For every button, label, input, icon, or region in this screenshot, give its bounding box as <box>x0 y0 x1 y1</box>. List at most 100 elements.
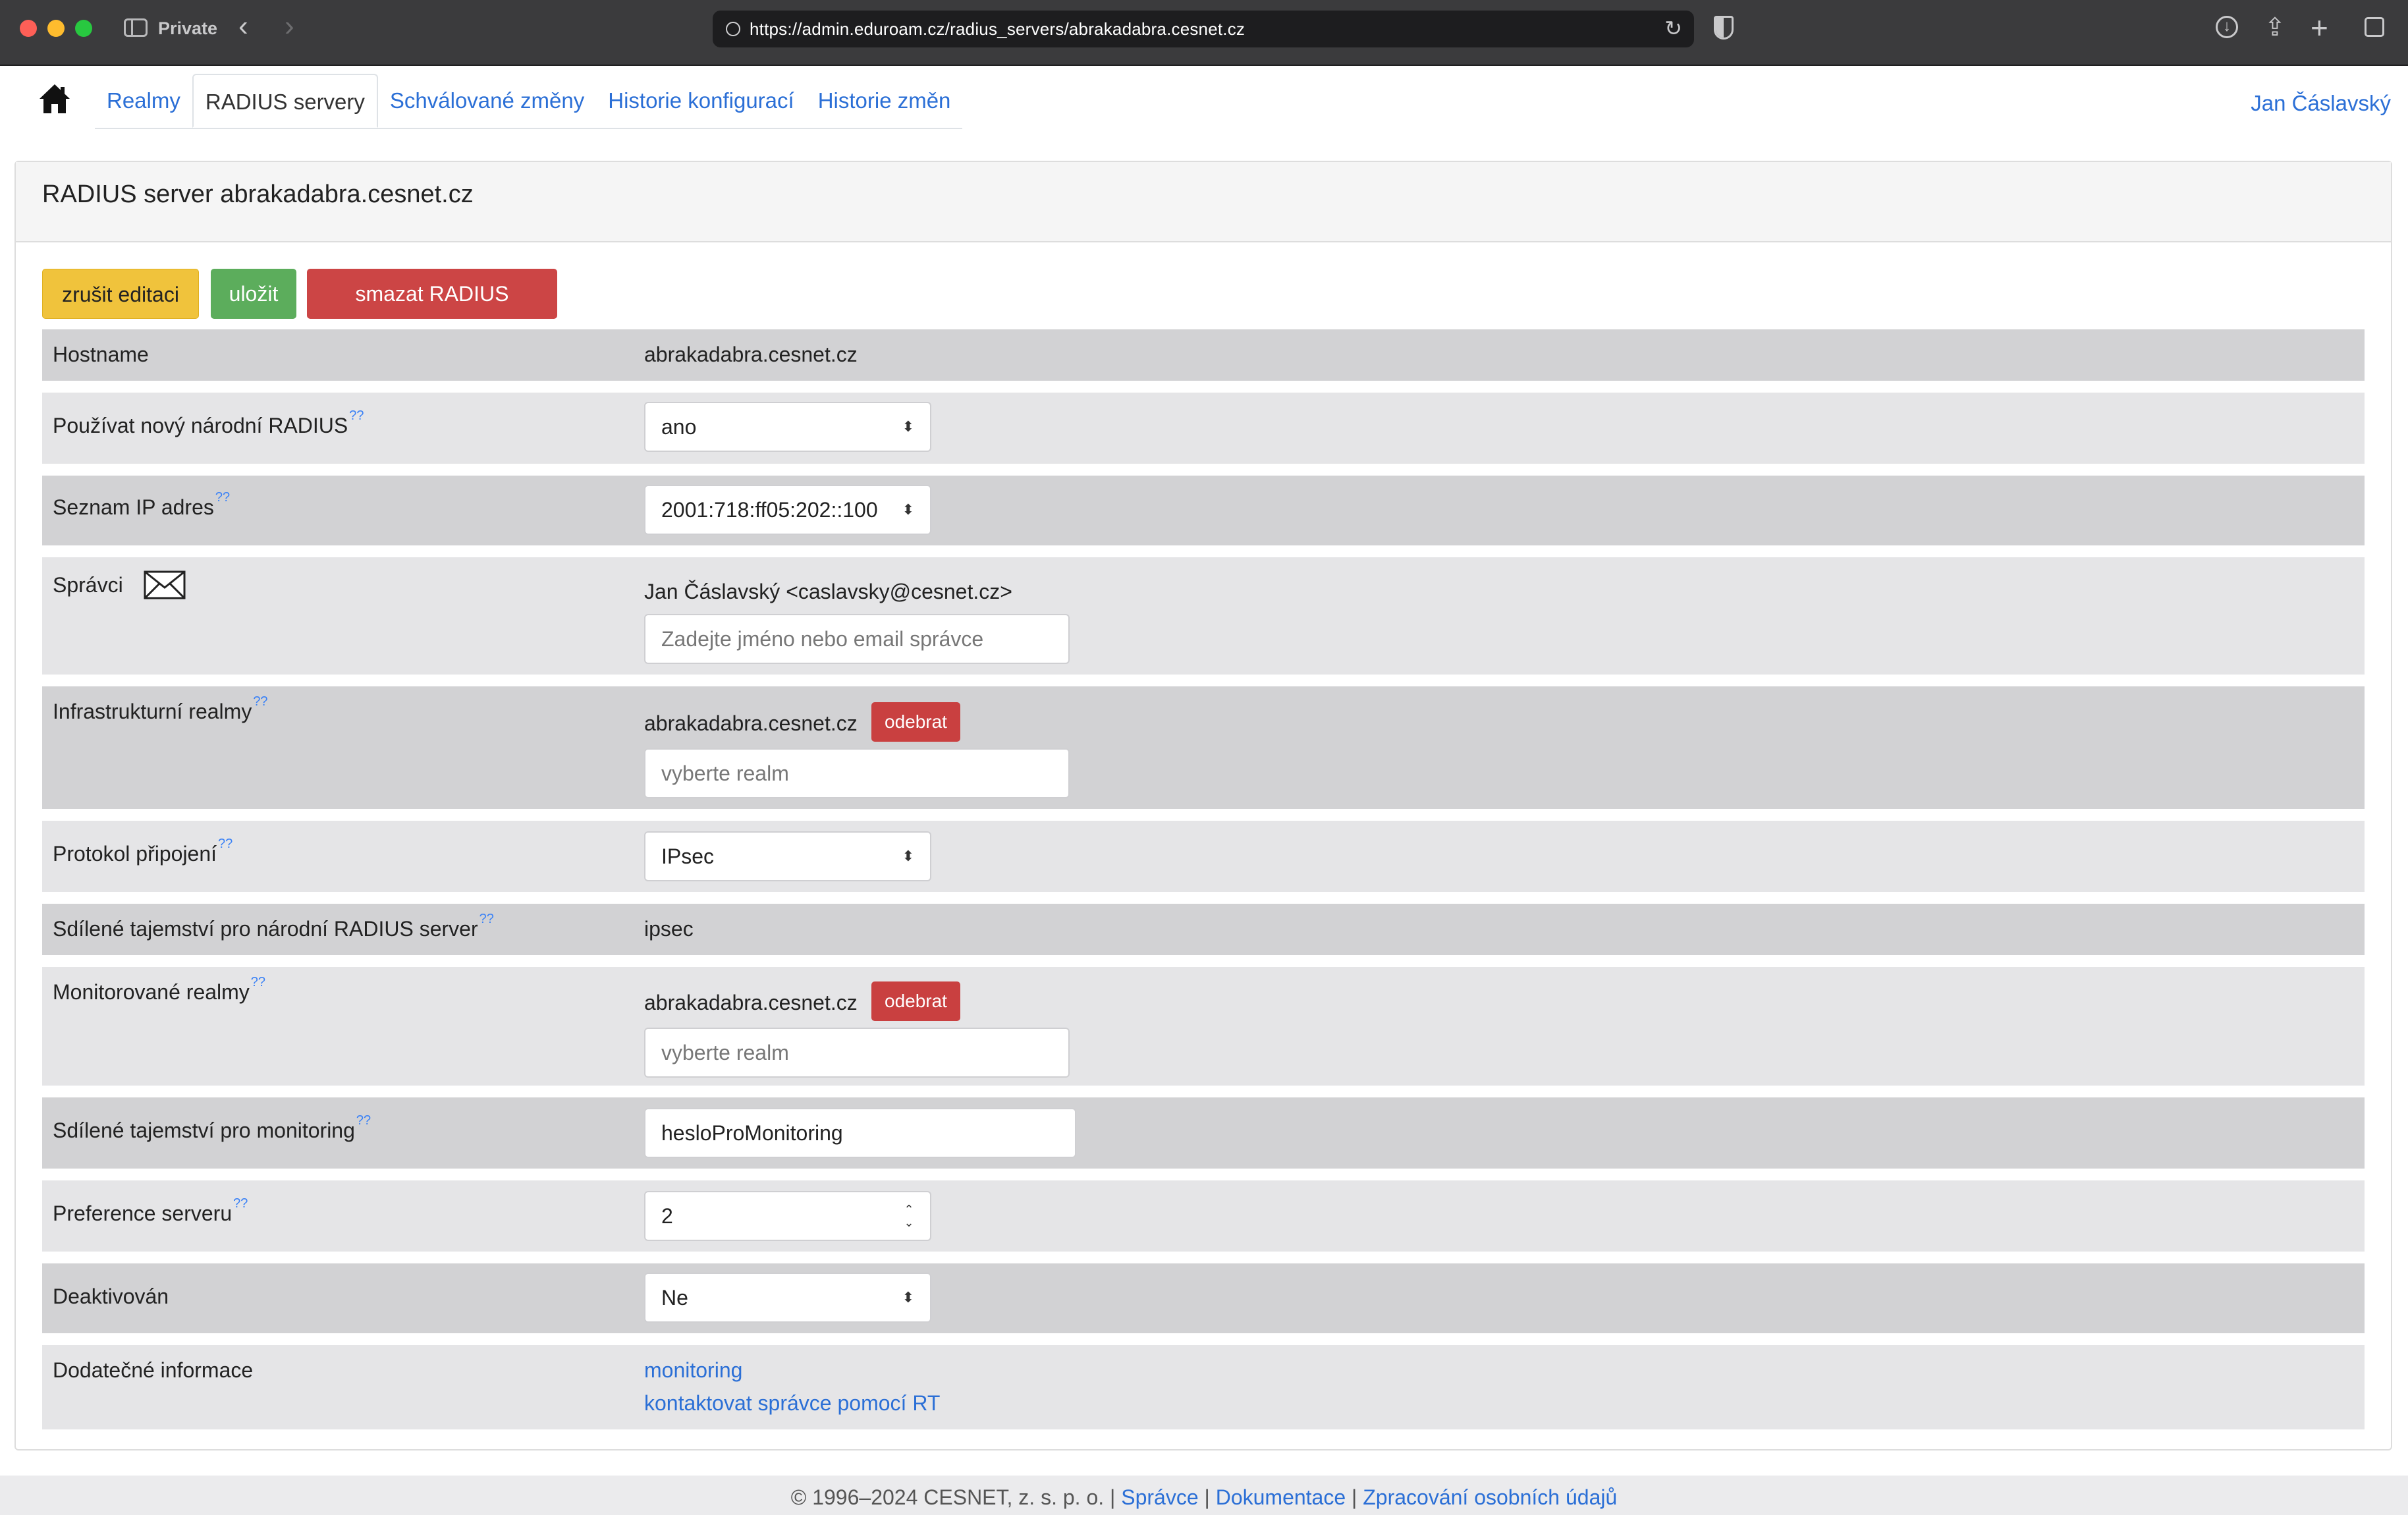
page-title: RADIUS server abrakadabra.cesnet.cz <box>42 180 474 208</box>
field-row-infra-realms: Infrastrukturní realmy?? abrakadabra.ces… <box>42 686 2365 809</box>
protocol-select[interactable]: IPsec ⬍ <box>644 831 931 881</box>
select-caret-icon: ⬍ <box>902 418 914 435</box>
tab-historie-zmen[interactable]: Historie změn <box>806 74 963 128</box>
admin-entry: Jan Čáslavský <caslavsky@cesnet.cz> <box>644 580 1012 603</box>
share-icon[interactable]: ⇪ <box>2264 13 2285 42</box>
field-row-ip-list: Seznam IP adres?? 2001:718:ff05:202::100… <box>42 476 2365 545</box>
deactivated-selected: Ne <box>661 1286 688 1310</box>
ip-list-label-text: Seznam IP adres <box>53 495 214 519</box>
remove-monitored-realm-button[interactable]: odebrat <box>871 981 960 1021</box>
monitoring-link[interactable]: monitoring <box>644 1358 742 1383</box>
deactivated-select[interactable]: Ne ⬍ <box>644 1273 931 1323</box>
home-icon[interactable] <box>38 83 71 115</box>
preference-number-input[interactable]: 2 ⌃ ⌄ <box>644 1191 931 1241</box>
admin-search-input[interactable]: Zadejte jméno nebo email správce <box>644 614 1070 664</box>
footer-link-dokumentace[interactable]: Dokumentace <box>1216 1485 1346 1509</box>
select-caret-icon: ⬍ <box>902 1289 914 1306</box>
field-row-shared-secret: Sdílené tajemství pro národní RADIUS ser… <box>42 904 2365 955</box>
select-caret-icon: ⬍ <box>902 501 914 518</box>
close-window-button[interactable] <box>20 20 37 37</box>
maximize-window-button[interactable] <box>75 20 92 37</box>
ip-list-select[interactable]: 2001:718:ff05:202::100 ⬍ <box>644 485 931 535</box>
help-link[interactable]: ?? <box>251 975 265 989</box>
protocol-label-text: Protokol připojení <box>53 842 217 866</box>
admins-label: Správci <box>53 573 123 597</box>
ip-list-label: Seznam IP adres?? <box>53 490 230 520</box>
infra-realm-value: abrakadabra.cesnet.cz <box>644 711 858 735</box>
preference-value: 2 <box>661 1204 673 1228</box>
field-row-admins: Správci Jan Čáslavský <caslavsky@cesnet.… <box>42 557 2365 675</box>
field-row-monitoring-secret: Sdílené tajemství pro monitoring?? heslo… <box>42 1097 2365 1169</box>
monitored-realm-input[interactable]: vyberte realm <box>644 1028 1070 1078</box>
help-link[interactable]: ?? <box>215 490 230 505</box>
user-menu-link[interactable]: Jan Čáslavský <box>2251 91 2391 116</box>
help-link[interactable]: ?? <box>218 837 233 851</box>
contact-admin-rt-link[interactable]: kontaktovat správce pomocí RT <box>644 1391 940 1416</box>
copyright-text: © 1996–2024 CESNET, z. s. p. o. | <box>790 1485 1116 1509</box>
shared-secret-value: ipsec <box>644 917 694 941</box>
footer-separator: | <box>1204 1485 1210 1509</box>
hostname-label: Hostname <box>53 343 149 366</box>
main-tabs: Realmy RADIUS servery Schválované změny … <box>95 74 963 129</box>
minimize-window-button[interactable] <box>47 20 65 37</box>
delete-server-button[interactable]: smazat RADIUS server <box>307 269 557 356</box>
monitoring-secret-label-text: Sdílené tajemství pro monitoring <box>53 1119 355 1142</box>
monitored-realm-value: abrakadabra.cesnet.cz <box>644 991 858 1014</box>
protocol-label: Protokol připojení?? <box>53 837 233 866</box>
select-caret-icon: ⬍ <box>902 848 914 864</box>
monitored-realms-label-text: Monitorované realmy <box>53 980 250 1004</box>
field-row-preference: Preference serveru?? 2 ⌃ ⌄ <box>42 1180 2365 1252</box>
app-navigation: Realmy RADIUS servery Schválované změny … <box>0 66 2408 132</box>
new-tab-icon[interactable]: + <box>2311 13 2328 43</box>
footer-link-privacy[interactable]: Zpracování osobních údajů <box>1363 1485 1617 1509</box>
tab-schvalovane-zmeny[interactable]: Schválované změny <box>378 74 596 128</box>
mail-icon[interactable] <box>144 570 186 599</box>
help-link[interactable]: ?? <box>349 408 364 423</box>
monitored-realms-label: Monitorované realmy?? <box>53 975 265 1005</box>
infra-realm-input[interactable]: vyberte realm <box>644 748 1070 798</box>
field-row-monitored-realms: Monitorované realmy?? abrakadabra.cesnet… <box>42 967 2365 1086</box>
monitoring-secret-input[interactable]: hesloProMonitoring <box>644 1108 1076 1158</box>
help-link[interactable]: ?? <box>253 694 267 709</box>
private-browsing-label: Private <box>158 18 218 38</box>
new-radius-select[interactable]: ano ⬍ <box>644 402 931 452</box>
stepper-arrows-icon[interactable]: ⌃ ⌄ <box>902 1203 916 1229</box>
extra-info-label: Dodatečné informace <box>53 1358 254 1382</box>
deactivated-label: Deaktivován <box>53 1284 169 1308</box>
radius-server-panel: RADIUS server abrakadabra.cesnet.cz zruš… <box>14 161 2392 1450</box>
reload-icon[interactable]: ↻ <box>1664 16 1682 41</box>
ip-list-selected: 2001:718:ff05:202::100 <box>661 498 878 522</box>
browser-toolbar: Private ‹ › https://admin.eduroam.cz/rad… <box>0 0 2408 66</box>
new-radius-label: Používat nový národní RADIUS?? <box>53 408 364 438</box>
footer-link-spravce[interactable]: Správce <box>1121 1485 1198 1509</box>
save-button[interactable]: uložit <box>211 269 296 319</box>
help-link[interactable]: ?? <box>233 1196 248 1211</box>
tab-realmy[interactable]: Realmy <box>95 74 192 128</box>
page-footer: © 1996–2024 CESNET, z. s. p. o. | Správc… <box>0 1476 2408 1515</box>
monitoring-secret-label: Sdílené tajemství pro monitoring?? <box>53 1113 371 1143</box>
shared-secret-label: Sdílené tajemství pro národní RADIUS ser… <box>53 912 494 941</box>
protocol-selected: IPsec <box>661 844 715 868</box>
field-row-extra-info: Dodatečné informace monitoring kontaktov… <box>42 1345 2365 1429</box>
remove-infra-realm-button[interactable]: odebrat <box>871 702 960 742</box>
sidebar-toggle-icon[interactable] <box>124 18 148 37</box>
globe-icon <box>726 22 740 36</box>
panel-heading: RADIUS server abrakadabra.cesnet.cz <box>16 162 2391 242</box>
tab-radius-servery[interactable]: RADIUS servery <box>192 74 378 128</box>
help-link[interactable]: ?? <box>479 912 494 926</box>
infra-realms-label-text: Infrastrukturní realmy <box>53 700 252 723</box>
address-bar[interactable]: https://admin.eduroam.cz/radius_servers/… <box>713 11 1694 47</box>
shield-icon[interactable] <box>1714 16 1734 40</box>
back-arrow-icon[interactable]: ‹ <box>238 12 248 41</box>
hostname-value: abrakadabra.cesnet.cz <box>644 343 858 366</box>
forward-arrow-icon[interactable]: › <box>285 12 294 41</box>
url-text[interactable]: https://admin.eduroam.cz/radius_servers/… <box>750 19 1245 40</box>
field-row-hostname: Hostname abrakadabra.cesnet.cz <box>42 329 2365 381</box>
new-radius-label-text: Používat nový národní RADIUS <box>53 414 348 437</box>
tab-historie-konfiguraci[interactable]: Historie konfigurací <box>596 74 806 128</box>
download-icon[interactable]: ↓ <box>2216 16 2238 38</box>
preference-label: Preference serveru?? <box>53 1196 248 1226</box>
cancel-edit-button[interactable]: zrušit editaci <box>42 269 199 319</box>
tab-overview-icon[interactable] <box>2365 17 2384 37</box>
help-link[interactable]: ?? <box>356 1113 371 1128</box>
